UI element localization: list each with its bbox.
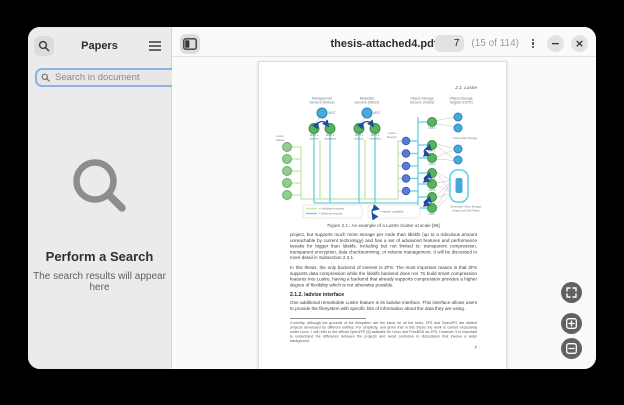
footnote-rule [290,318,366,319]
svg-text:Arrays and SAN Fabric: Arrays and SAN Fabric [452,209,481,213]
zoom-in-icon [566,318,577,329]
figure-nodes [283,108,463,213]
svg-text:Object Storage: Object Storage [449,97,472,101]
svg-text:MGS 2: MGS 2 [326,133,335,137]
svg-text:MDT: MDT [374,111,381,115]
kebab-icon [532,37,535,49]
sidebar-toggle-button[interactable] [180,34,200,54]
zoom-out-icon [566,343,577,354]
main-menu-button[interactable] [145,36,165,56]
sidebar-headerbar: Papers [28,27,171,61]
svg-text:MGS 1: MGS 1 [310,133,319,137]
svg-text:= Ethernet network: = Ethernet network [319,212,343,216]
page-number: 7 [290,345,477,357]
infiniband-network-lines [292,140,403,199]
svg-text:Metadata: Metadata [360,97,375,101]
zoom-out-button[interactable] [561,338,582,359]
svg-text:Servers (OSSs): Servers (OSSs) [410,101,435,105]
paragraph: One additional remarkable Lustre feature… [290,300,477,323]
enterprise-storage-inner [456,178,463,193]
search-toggle-button[interactable] [34,36,54,56]
svg-text:OSS 5: OSS 5 [428,189,436,192]
svg-text:OSS 1: OSS 1 [428,127,436,130]
search-input-row [28,61,171,93]
search-icon [38,40,50,52]
page-count-label: (15 of 114) [471,38,519,49]
svg-text:(active): (active) [354,137,363,141]
lustre-figure: Management Servers (MGSs) Metadata Serve… [272,95,494,220]
main-area: thesis-attached4.pdf 7 (15 of 114) − × [172,27,596,369]
search-empty-state: Perform a Search The search results will… [28,155,171,293]
figure-legend: = InfiniBand network = Ethernet network … [303,205,420,218]
svg-text:OSS 6: OSS 6 [428,202,436,205]
minimize-button[interactable]: − [547,35,564,52]
search-sidebar: Papers [28,27,172,369]
empty-state-subtitle: The search results will appear here [28,271,171,293]
close-button[interactable]: × [571,35,588,52]
sidebar-toggle-icon [183,38,197,50]
main-headerbar: thesis-attached4.pdf 7 (15 of 114) − × [172,27,596,57]
svg-text:OSS 7: OSS 7 [428,213,436,216]
search-entry[interactable] [35,68,195,87]
search-input[interactable] [53,71,189,84]
svg-text:(standby): (standby) [324,137,336,141]
svg-text:Management: Management [312,97,332,101]
svg-text:Targets (OSTs): Targets (OSTs) [449,101,472,105]
page-number-entry[interactable]: 7 [435,35,464,52]
empty-state-title: Perform a Search [28,249,171,264]
svg-text:Object Storage: Object Storage [410,97,433,101]
hamburger-icon [149,41,161,51]
svg-text:Commodity Storage: Commodity Storage [453,136,478,140]
headerbar-right-controls: 7 (15 of 114) − × [435,34,588,54]
desktop-background: Papers [0,0,624,405]
svg-text:Routers: Routers [387,135,397,139]
svg-text:Servers (MDSs): Servers (MDSs) [355,101,380,105]
svg-text:OSS 2: OSS 2 [428,150,436,153]
document-canvas[interactable]: 2.1. Lustre [172,57,596,369]
papers-window: Papers [28,27,596,369]
sidebar-title: Papers [58,40,141,52]
svg-text:(standby): (standby) [369,137,381,141]
fit-page-icon [566,287,577,298]
svg-text:MDS 2: MDS 2 [371,133,380,137]
svg-text:= failover capability: = failover capability [380,210,404,214]
svg-text:MGT: MGT [329,111,336,115]
fit-page-button[interactable] [561,282,582,303]
search-empty-icon [69,155,131,217]
svg-text:Lustre: Lustre [388,131,396,135]
zoom-in-button[interactable] [561,313,582,334]
svg-text:Servers (MGSs): Servers (MGSs) [309,101,334,105]
search-entry-icon [41,73,50,82]
pdf-page: 2.1. Lustre [258,61,507,369]
svg-text:OSS 4: OSS 4 [428,178,436,181]
window-menu-button[interactable] [526,34,540,54]
svg-text:Lustre: Lustre [276,134,284,138]
svg-text:OSS 3: OSS 3 [428,163,436,166]
svg-text:= InfiniBand network: = InfiniBand network [319,207,345,211]
svg-text:Enterprise-Class Storage: Enterprise-Class Storage [451,205,482,209]
svg-text:MDS 1: MDS 1 [355,133,364,137]
svg-text:(active): (active) [309,137,318,141]
svg-text:Clients: Clients [276,138,285,142]
